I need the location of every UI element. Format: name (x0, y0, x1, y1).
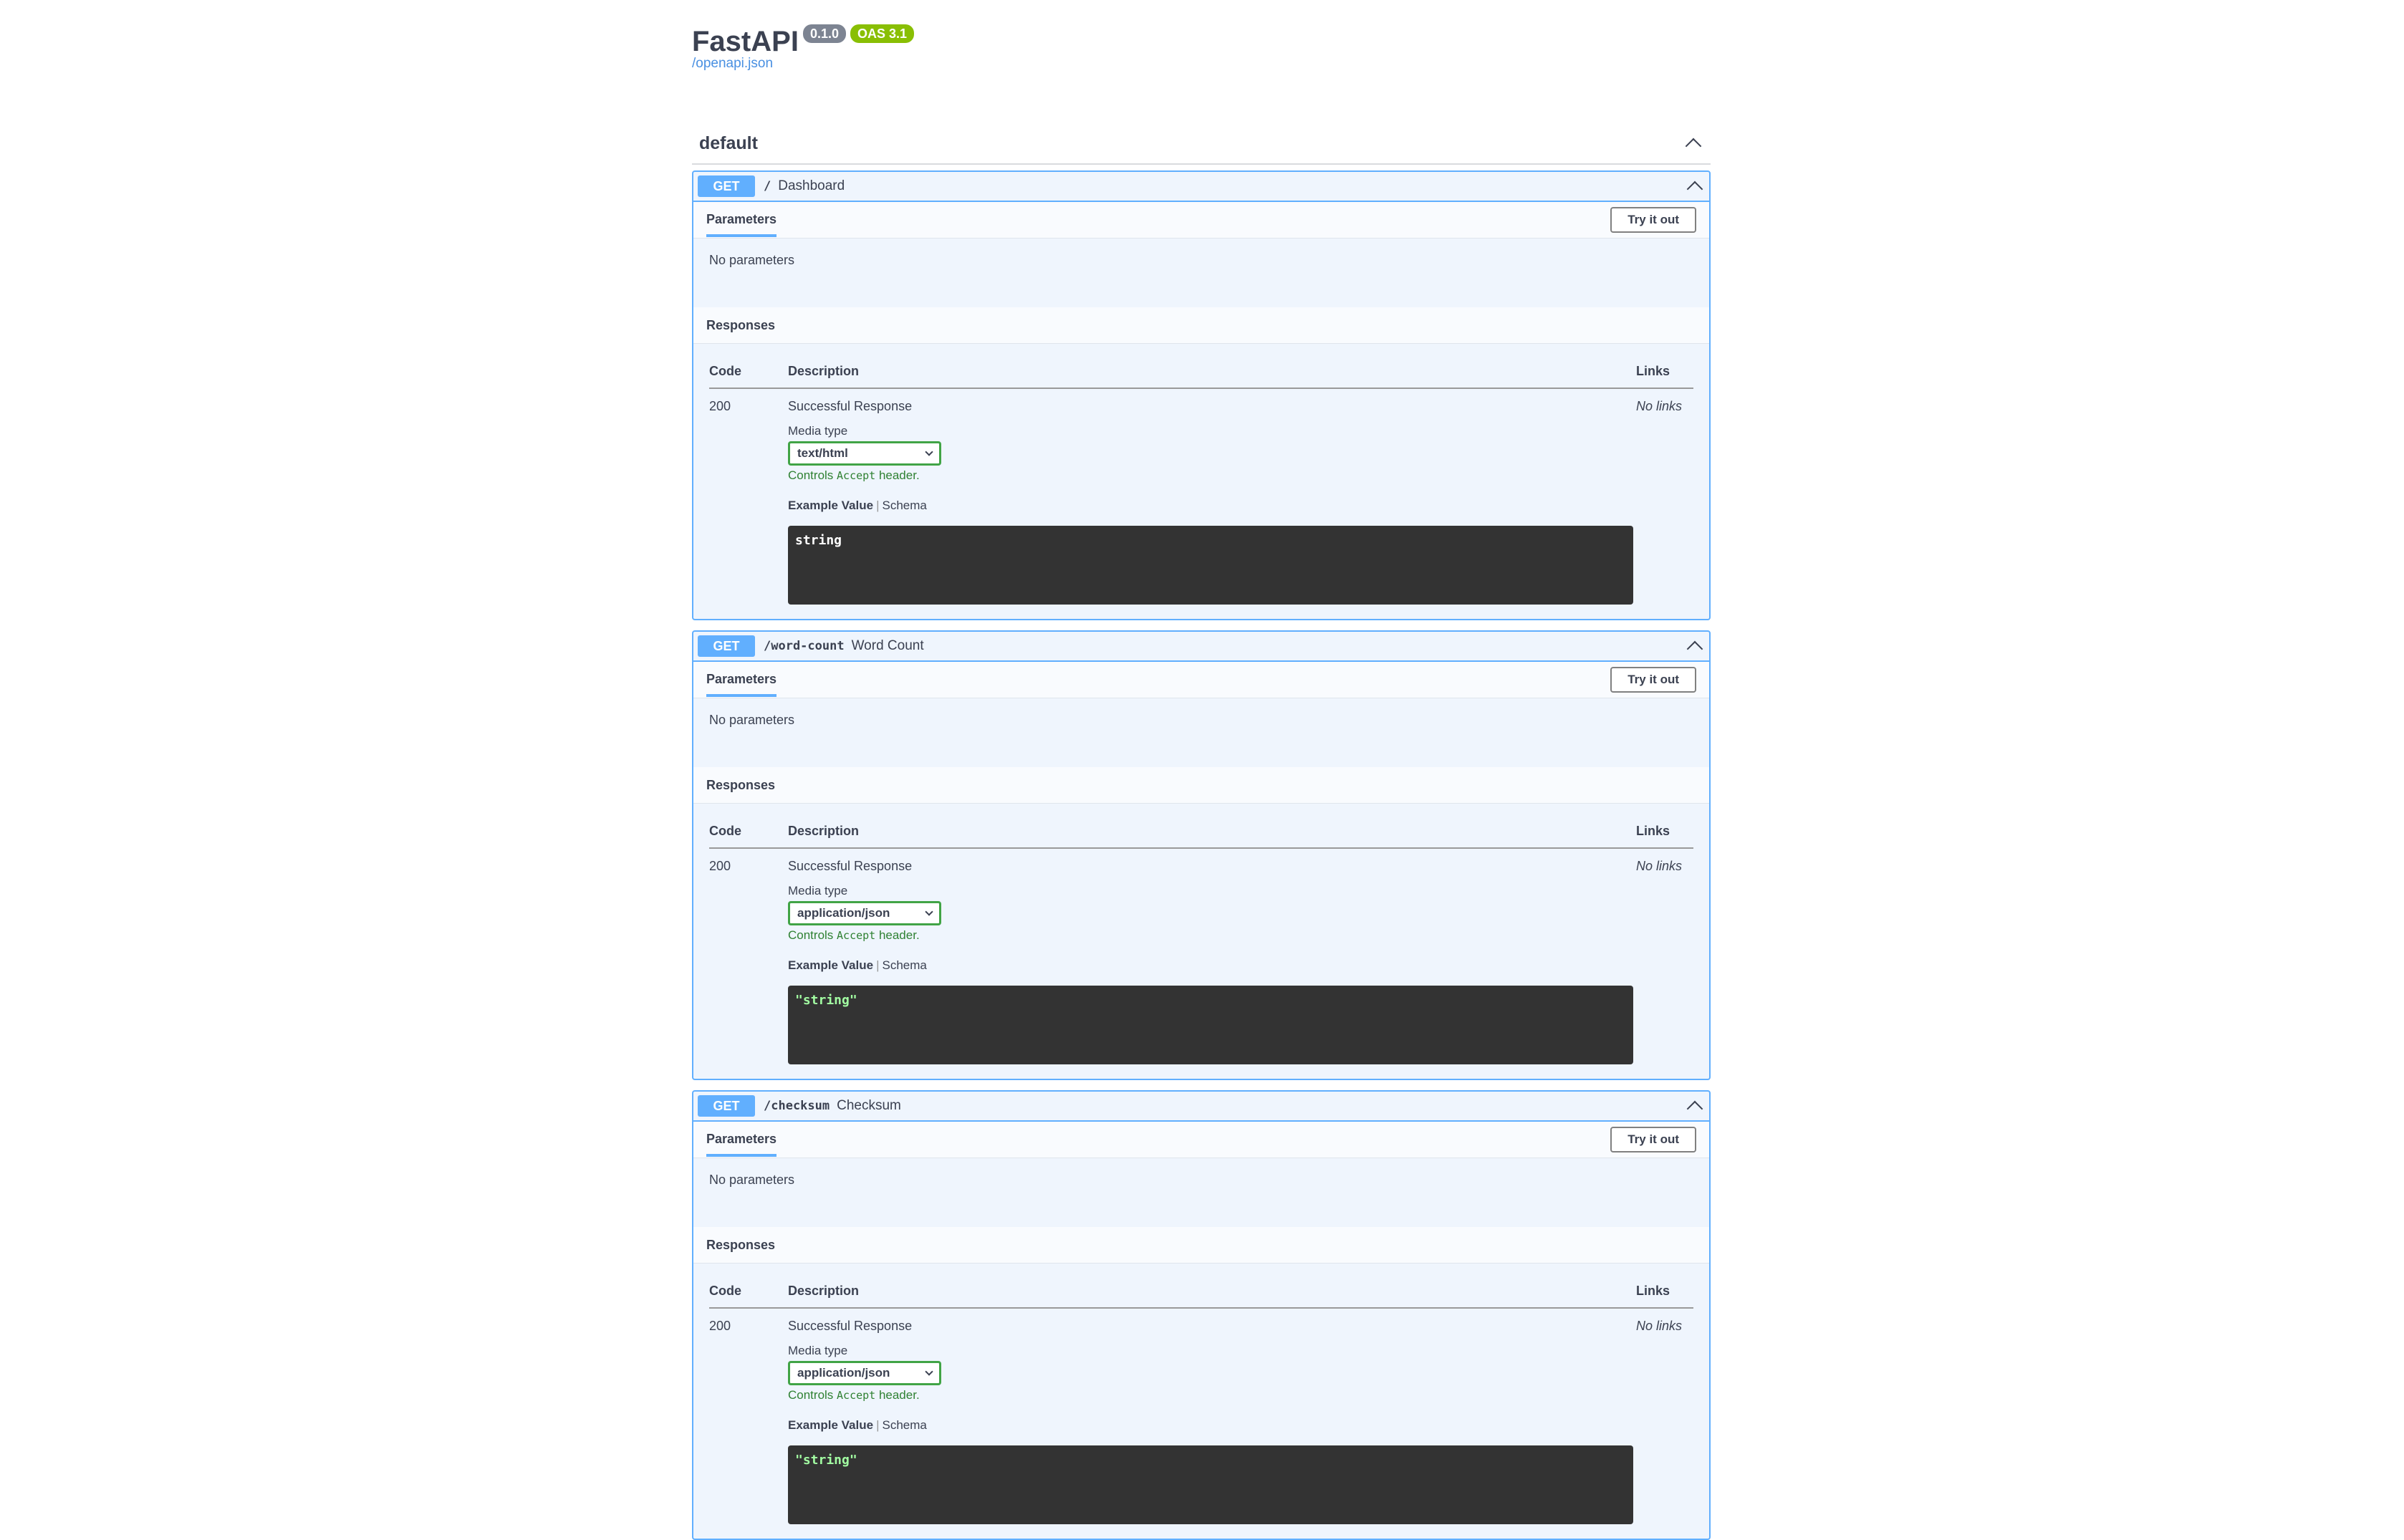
media-type-label: Media type (788, 424, 848, 438)
response-description: Successful Response (788, 399, 913, 413)
chevron-down-icon (925, 448, 933, 456)
operation-get-checksum: GET /checksum Checksum Parameters Try it… (692, 1090, 1711, 1540)
tag-name: default (699, 133, 758, 153)
controls-accept-note: Controls Accept header. (788, 928, 920, 942)
no-parameters-text: No parameters (709, 253, 795, 267)
code-header: Code (709, 811, 788, 849)
media-type-select[interactable]: application/json (788, 1361, 941, 1385)
responses-body: Code Description Links 200 Successful Re… (693, 804, 1709, 1079)
operation-get-dashboard: GET / Dashboard Parameters Try it out No… (692, 170, 1711, 620)
chevron-up-icon[interactable] (1686, 640, 1703, 658)
chevron-up-icon[interactable] (1686, 181, 1703, 198)
responses-table: Code Description Links 200 Successful Re… (709, 351, 1693, 605)
code-header: Code (709, 351, 788, 389)
description-header: Description (788, 1271, 1636, 1309)
schema-tab[interactable]: Schema (883, 499, 927, 512)
operation-description: Dashboard (778, 178, 845, 193)
example-value-tab[interactable]: Example Value (788, 499, 873, 512)
api-info: FastAPI 0.1.0 OAS 3.1 /openapi.json (692, 0, 1711, 107)
operation-description: Checksum (837, 1098, 901, 1113)
example-value-tab[interactable]: Example Value (788, 958, 873, 972)
controls-accept-note: Controls Accept header. (788, 1388, 920, 1402)
chevron-up-icon[interactable] (1686, 1100, 1703, 1117)
example-value-tab[interactable]: Example Value (788, 1418, 873, 1432)
page-title: FastAPI (692, 26, 799, 57)
response-code: 200 (709, 859, 731, 873)
try-it-out-button[interactable]: Try it out (1610, 207, 1696, 233)
response-description: Successful Response (788, 859, 913, 873)
try-it-out-button[interactable]: Try it out (1610, 1127, 1696, 1152)
media-type-select[interactable]: text/html (788, 441, 941, 466)
controls-accept-note: Controls Accept header. (788, 468, 920, 482)
example-tabs: Example Value | Schema (788, 1418, 927, 1432)
responses-header: Responses (693, 1227, 1709, 1264)
links-header: Links (1636, 1271, 1693, 1309)
responses-body: Code Description Links 200 Successful Re… (693, 1264, 1709, 1539)
oas-badge: OAS 3.1 (850, 24, 915, 43)
operation-get-word-count: GET /word-count Word Count Parameters Tr… (692, 630, 1711, 1080)
parameters-tab[interactable]: Parameters (706, 663, 777, 697)
operation-path: /word-count (764, 639, 845, 653)
responses-header: Responses (693, 307, 1709, 344)
no-links-text: No links (1636, 1319, 1683, 1333)
response-code: 200 (709, 1319, 731, 1333)
parameters-header: Parameters Try it out (693, 202, 1709, 239)
no-parameters-text: No parameters (709, 713, 795, 727)
method-badge: GET (698, 1095, 755, 1117)
chevron-up-icon[interactable] (1685, 138, 1702, 155)
operation-path: / (764, 179, 771, 193)
parameters-tab[interactable]: Parameters (706, 203, 777, 237)
response-code: 200 (709, 399, 731, 413)
no-parameters-text: No parameters (709, 1173, 795, 1187)
responses-title: Responses (706, 317, 776, 332)
description-header: Description (788, 811, 1636, 849)
example-tabs: Example Value | Schema (788, 958, 927, 972)
chevron-down-icon (925, 1367, 933, 1376)
example-code-block: string (788, 526, 1633, 605)
tag-default[interactable]: default (692, 123, 1711, 165)
description-header: Description (788, 351, 1636, 389)
media-type-label: Media type (788, 1344, 848, 1357)
swagger-container: FastAPI 0.1.0 OAS 3.1 /openapi.json defa… (692, 0, 1711, 1540)
schema-tab[interactable]: Schema (883, 958, 927, 972)
links-header: Links (1636, 351, 1693, 389)
schema-tab[interactable]: Schema (883, 1418, 927, 1432)
links-header: Links (1636, 811, 1693, 849)
operation-summary[interactable]: GET / Dashboard (693, 172, 1709, 202)
method-badge: GET (698, 175, 755, 197)
responses-body: Code Description Links 200 Successful Re… (693, 344, 1709, 619)
parameters-tab[interactable]: Parameters (706, 1123, 777, 1157)
version-badge: 0.1.0 (802, 24, 846, 43)
swagger-page: FastAPI 0.1.0 OAS 3.1 /openapi.json defa… (0, 0, 2404, 1540)
media-type-label: Media type (788, 884, 848, 897)
responses-table: Code Description Links 200 Successful Re… (709, 811, 1693, 1064)
try-it-out-button[interactable]: Try it out (1610, 667, 1696, 693)
openapi-json-link[interactable]: /openapi.json (692, 56, 1711, 72)
operation-description: Word Count (851, 638, 924, 653)
code-header: Code (709, 1271, 788, 1309)
table-row: 200 Successful Response Media type appli… (709, 848, 1693, 1064)
media-type-select[interactable]: application/json (788, 901, 941, 925)
no-links-text: No links (1636, 399, 1683, 413)
parameters-header: Parameters Try it out (693, 1122, 1709, 1158)
response-description: Successful Response (788, 1319, 913, 1333)
responses-table: Code Description Links 200 Successful Re… (709, 1271, 1693, 1524)
table-row: 200 Successful Response Media type appli… (709, 1308, 1693, 1524)
parameters-header: Parameters Try it out (693, 662, 1709, 698)
table-row: 200 Successful Response Media type text/… (709, 388, 1693, 605)
responses-title: Responses (706, 1237, 776, 1252)
operation-summary[interactable]: GET /word-count Word Count (693, 632, 1709, 662)
method-badge: GET (698, 635, 755, 657)
example-code-block: "string" (788, 986, 1633, 1064)
operation-path: /checksum (764, 1099, 830, 1113)
responses-header: Responses (693, 767, 1709, 804)
chevron-down-icon (925, 908, 933, 916)
operation-summary[interactable]: GET /checksum Checksum (693, 1092, 1709, 1122)
example-code-block: "string" (788, 1445, 1633, 1524)
no-links-text: No links (1636, 859, 1683, 873)
responses-title: Responses (706, 777, 776, 792)
example-tabs: Example Value | Schema (788, 499, 927, 512)
